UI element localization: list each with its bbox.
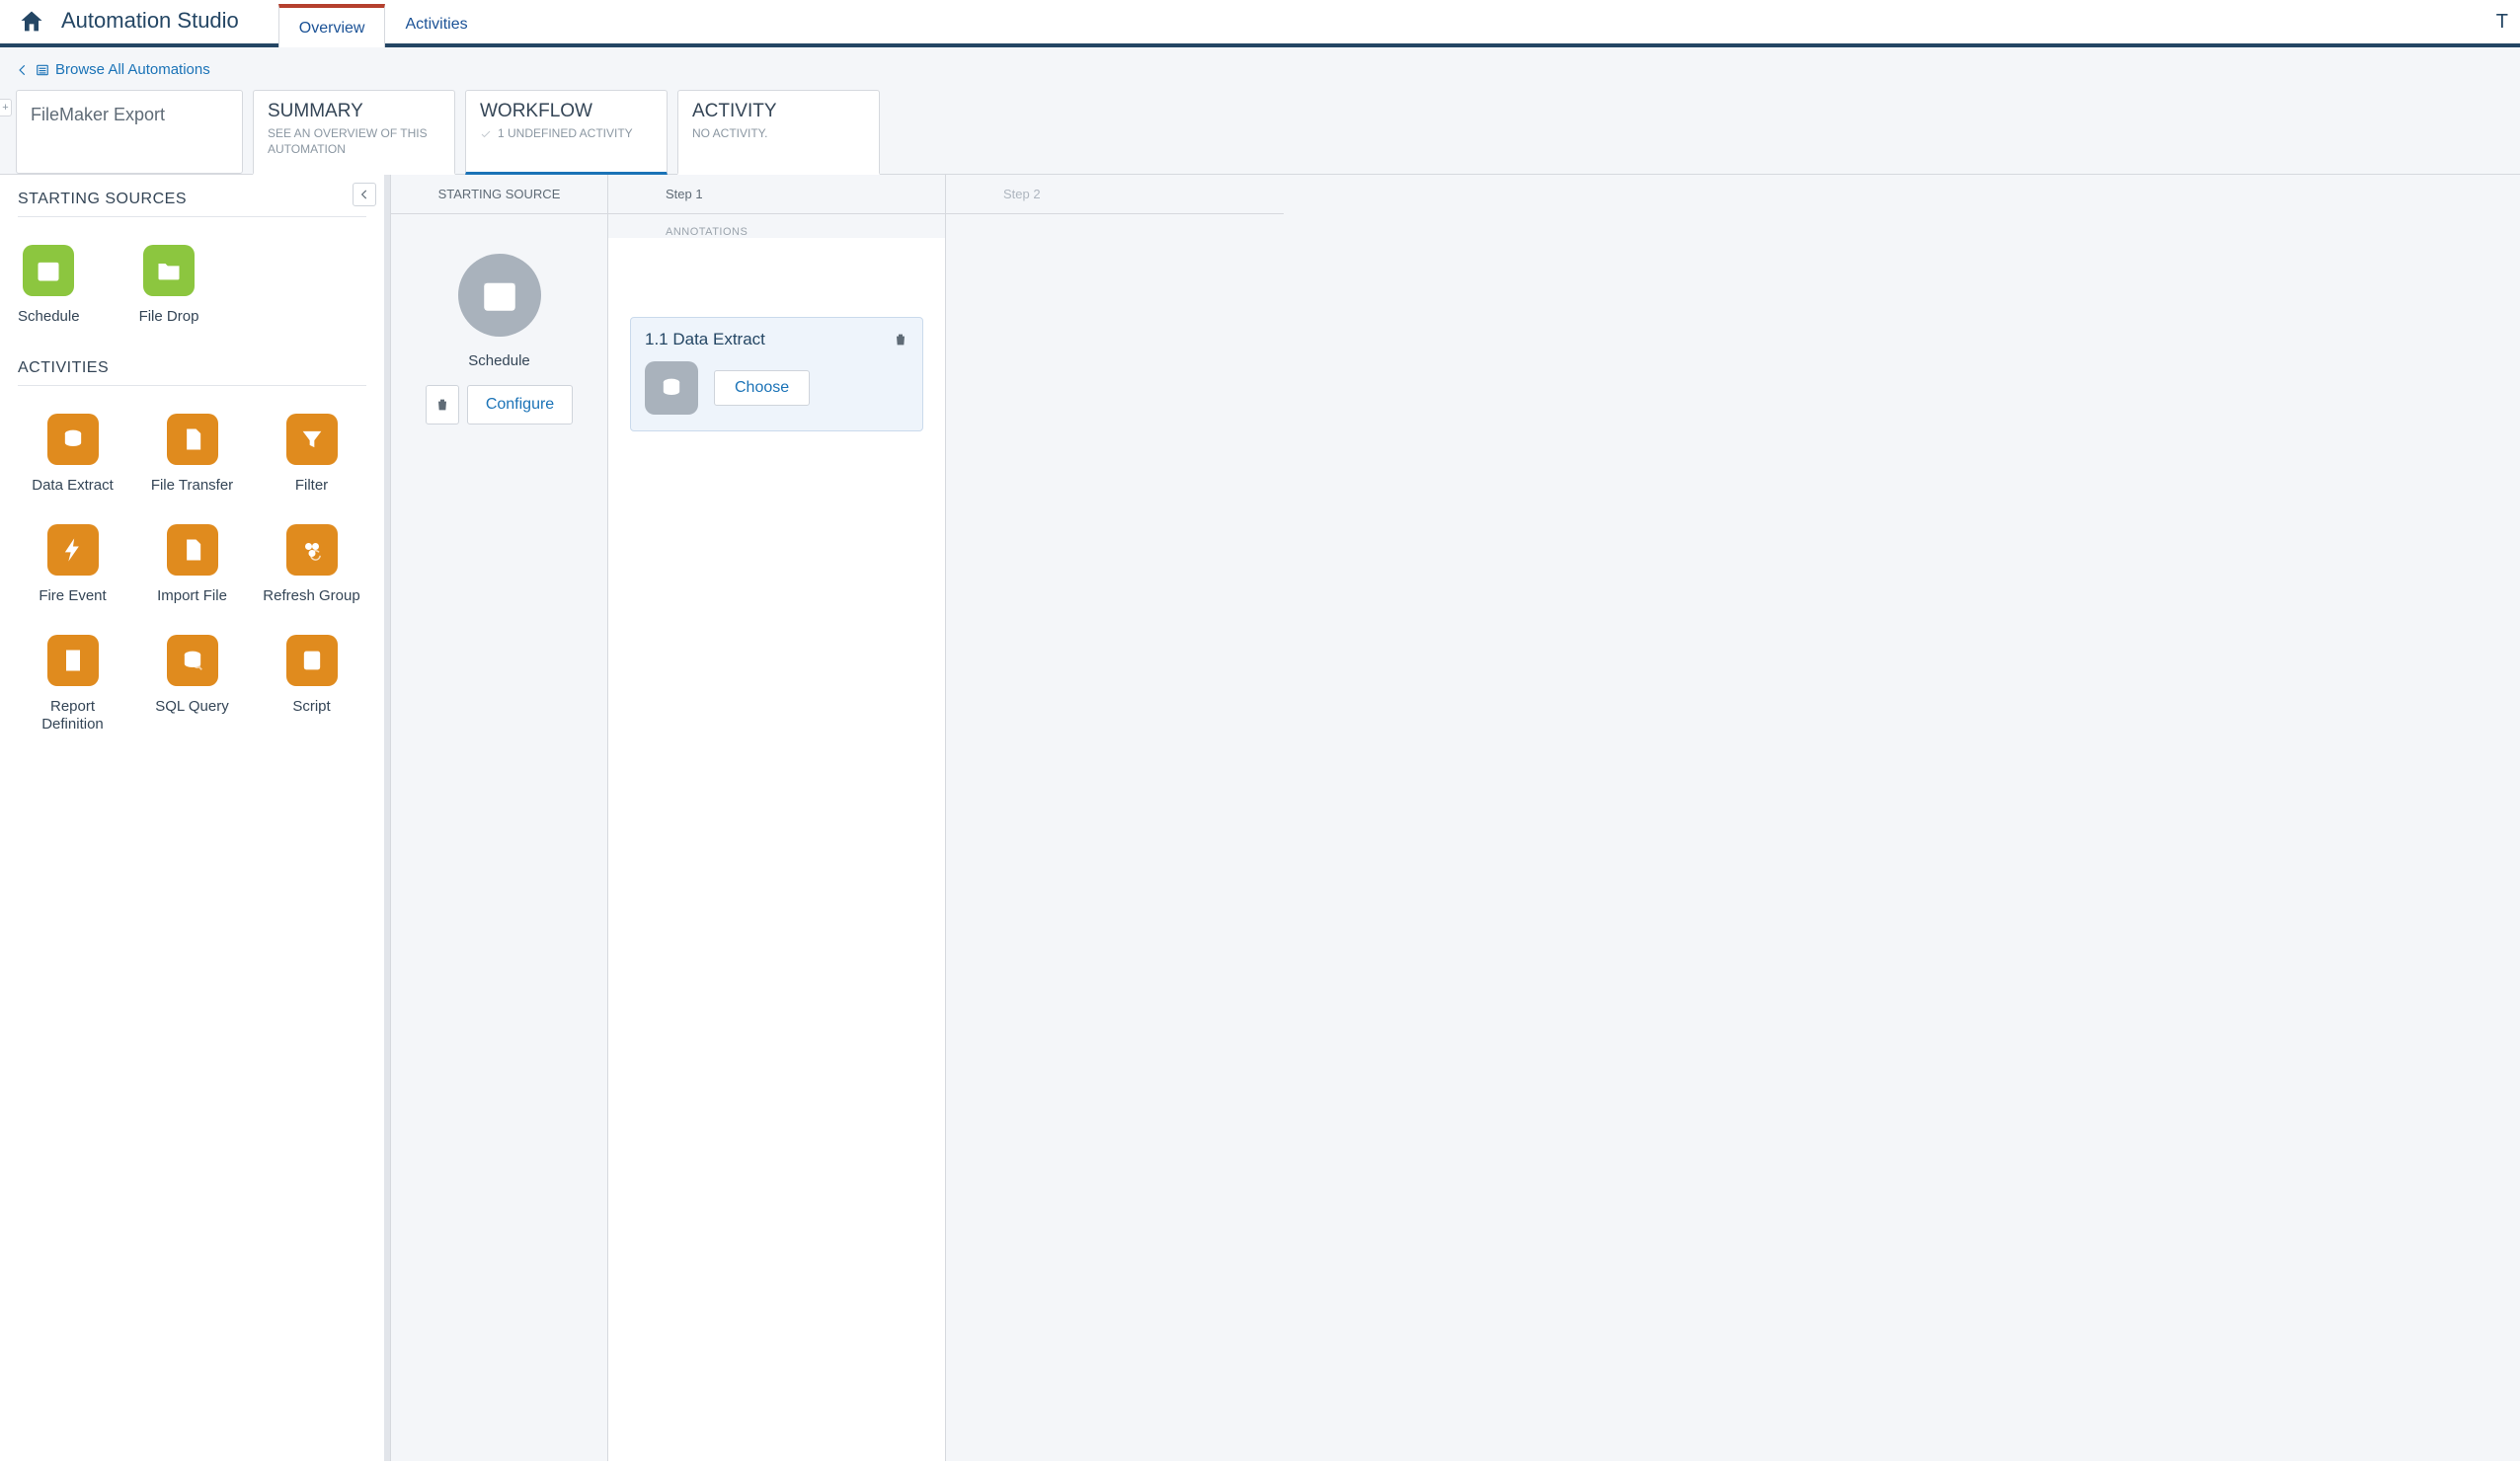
panel-activity[interactable]: ACTIVITY NO ACTIVITY. xyxy=(677,90,880,175)
activity-script[interactable]: Script xyxy=(257,635,366,734)
report-icon xyxy=(47,635,99,686)
panel-activity-title: ACTIVITY xyxy=(692,101,865,122)
col-step-1: Step 1 ANNOTATIONS 1.1 Data Extract Choo… xyxy=(608,175,946,1461)
activity-data-extract[interactable]: Data Extract xyxy=(18,414,127,495)
collapse-sidebar-button[interactable] xyxy=(353,183,376,206)
home-icon[interactable] xyxy=(18,8,45,36)
activity-report-definition[interactable]: Report Definition xyxy=(18,635,127,734)
folder-down-icon xyxy=(143,245,195,296)
activity-filter[interactable]: Filter xyxy=(257,414,366,495)
activities-grid: Data Extract File Transfer Filter Fire E… xyxy=(18,414,366,734)
subheader: Browse All Automations + FileMaker Expor… xyxy=(0,47,2520,175)
col-starting-source: STARTING SOURCE Schedule Configure xyxy=(391,175,608,1461)
activity-file-transfer[interactable]: File Transfer xyxy=(137,414,247,495)
activity-title: 1.1 Data Extract xyxy=(645,330,765,349)
col-header-step2: Step 2 xyxy=(946,175,1284,214)
workflow-canvas: STARTING SOURCE Schedule Configure Step … xyxy=(390,175,2520,1461)
filter-icon xyxy=(286,414,338,465)
panel-cards-row: FileMaker Export SUMMARY SEE AN OVERVIEW… xyxy=(0,90,2520,174)
chevron-left-icon xyxy=(357,188,371,201)
tab-activities[interactable]: Activities xyxy=(385,4,487,43)
activity-refresh-group[interactable]: Refresh Group xyxy=(257,524,366,605)
panel-workflow-sub: 1 UNDEFINED ACTIVITY xyxy=(498,126,633,142)
panel-activity-sub: NO ACTIVITY. xyxy=(692,126,865,142)
panel-workflow[interactable]: WORKFLOW 1 UNDEFINED ACTIVITY xyxy=(465,90,668,175)
check-icon xyxy=(480,128,492,140)
app-title: Automation Studio xyxy=(61,8,239,34)
list-icon xyxy=(36,63,49,77)
file-transfer-icon xyxy=(167,414,218,465)
activity-import-file[interactable]: Import File xyxy=(137,524,247,605)
delete-source-button[interactable] xyxy=(426,385,459,425)
starting-source-block: Schedule Configure xyxy=(391,214,607,1461)
data-extract-icon xyxy=(645,361,698,415)
col-header-start: STARTING SOURCE xyxy=(391,175,607,214)
breadcrumb-label: Browse All Automations xyxy=(55,61,210,78)
breadcrumb[interactable]: Browse All Automations xyxy=(0,57,2520,90)
panel-summary-sub: SEE AN OVERVIEW OF THIS AUTOMATION xyxy=(268,126,440,157)
truncated-text: T xyxy=(2496,11,2508,34)
import-file-icon xyxy=(167,524,218,576)
calendar-icon xyxy=(23,245,74,296)
col-step-2[interactable]: Step 2 xyxy=(946,175,1284,1461)
source-file-drop[interactable]: File Drop xyxy=(139,245,199,326)
trash-icon xyxy=(434,397,450,413)
data-extract-icon xyxy=(47,414,99,465)
choose-activity-button[interactable]: Choose xyxy=(714,370,810,406)
top-nav: Automation Studio Overview Activities T xyxy=(0,0,2520,47)
starting-source-label: Schedule xyxy=(391,352,607,369)
automation-name-input[interactable]: FileMaker Export xyxy=(16,90,243,174)
chevron-left-icon xyxy=(16,63,30,77)
panel-summary[interactable]: SUMMARY SEE AN OVERVIEW OF THIS AUTOMATI… xyxy=(253,90,455,175)
source-schedule[interactable]: Schedule xyxy=(18,245,80,326)
schedule-circle-icon xyxy=(458,254,541,337)
sources-heading: STARTING SOURCES xyxy=(18,191,366,217)
activity-sql-query[interactable]: SQL Query xyxy=(137,635,247,734)
panel-summary-title: SUMMARY xyxy=(268,101,440,122)
script-icon xyxy=(286,635,338,686)
delete-activity-button[interactable] xyxy=(893,332,908,347)
main-area: STARTING SOURCES Schedule File Drop ACTI… xyxy=(0,175,2520,1461)
refresh-group-icon xyxy=(286,524,338,576)
bolt-icon xyxy=(47,524,99,576)
panel-workflow-title: WORKFLOW xyxy=(480,101,653,122)
tab-overview[interactable]: Overview xyxy=(278,4,386,47)
configure-source-button[interactable]: Configure xyxy=(467,385,573,425)
sources-grid: Schedule File Drop xyxy=(18,245,366,326)
activities-heading: ACTIVITIES xyxy=(18,359,366,386)
col-header-step1: Step 1 xyxy=(608,175,945,214)
annotations-label: ANNOTATIONS xyxy=(608,214,945,238)
palette-sidebar: STARTING SOURCES Schedule File Drop ACTI… xyxy=(0,175,390,1461)
sql-icon xyxy=(167,635,218,686)
step1-activity-card[interactable]: 1.1 Data Extract Choose xyxy=(630,317,923,431)
add-tab-button[interactable]: + xyxy=(0,99,12,116)
activity-fire-event[interactable]: Fire Event xyxy=(18,524,127,605)
